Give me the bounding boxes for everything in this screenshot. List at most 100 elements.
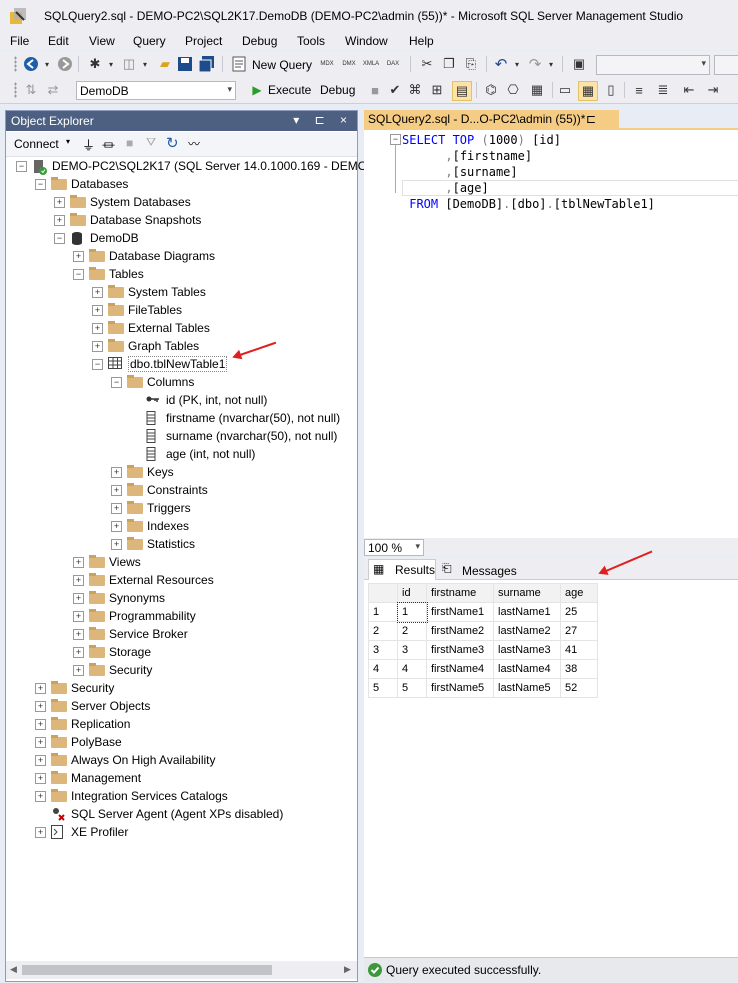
tree-node[interactable]: − DemoDB: [6, 229, 357, 247]
connect-icon[interactable]: ⇅: [22, 81, 40, 99]
tree-node[interactable]: + Triggers: [6, 499, 357, 517]
grid-cell[interactable]: lastName1: [493, 602, 561, 622]
tree-node[interactable]: − dbo.tblNewTable1: [6, 355, 357, 373]
results-to-grid-icon[interactable]: ▤: [452, 81, 472, 101]
paste-icon[interactable]: ⎘: [462, 55, 480, 73]
expand-icon[interactable]: +: [73, 629, 84, 640]
tree-node[interactable]: + Programmability: [6, 607, 357, 625]
expand-icon[interactable]: +: [73, 665, 84, 676]
tree-node[interactable]: id (PK, int, not null): [6, 391, 357, 409]
tree-node[interactable]: + Keys: [6, 463, 357, 481]
tree-node[interactable]: + Integration Services Catalogs: [6, 787, 357, 805]
grid-corner[interactable]: [368, 583, 398, 603]
row-number[interactable]: 2: [368, 621, 398, 641]
expand-icon[interactable]: +: [73, 611, 84, 622]
scroll-right-icon[interactable]: ▶: [344, 964, 351, 975]
object-explorer-window-buttons[interactable]: ▾ ⊏ ×: [293, 113, 353, 127]
collapse-icon[interactable]: −: [92, 359, 103, 370]
grid-cell[interactable]: 3: [397, 640, 427, 660]
new-query-icon[interactable]: [230, 55, 248, 73]
save-icon[interactable]: [176, 55, 194, 73]
zoom-selector[interactable]: 100 % ▾: [364, 539, 424, 556]
results-to-text-icon[interactable]: ▭: [556, 81, 574, 99]
tab-messages[interactable]: ⎗ Messages: [438, 559, 517, 579]
row-number[interactable]: 1: [368, 602, 398, 622]
tree-node[interactable]: + Security: [6, 661, 357, 679]
refresh-icon[interactable]: ↻: [166, 134, 179, 152]
collapse-icon[interactable]: −: [73, 269, 84, 280]
tree-node[interactable]: + Synonyms: [6, 589, 357, 607]
dmx-icon[interactable]: DMX: [340, 55, 358, 73]
expand-icon[interactable]: +: [54, 215, 65, 226]
table-row[interactable]: 4 4 firstName4 lastName4 38: [368, 659, 598, 679]
horizontal-scrollbar[interactable]: ◀ ▶: [6, 961, 357, 979]
tree-node[interactable]: + Storage: [6, 643, 357, 661]
tab-results[interactable]: ▦ Results: [368, 559, 436, 580]
expand-icon[interactable]: +: [73, 557, 84, 568]
table-row[interactable]: 3 3 firstName3 lastName3 41: [368, 640, 598, 660]
comment-icon[interactable]: ≡: [630, 81, 648, 99]
expand-icon[interactable]: +: [111, 485, 122, 496]
tree-node[interactable]: surname (nvarchar(50), not null): [6, 427, 357, 445]
debug-button[interactable]: Debug: [320, 83, 355, 97]
uncomment-icon[interactable]: ≣: [654, 81, 672, 99]
grid-cell[interactable]: firstName5: [426, 678, 494, 698]
table-row[interactable]: 1 1 firstName1 lastName1 25: [368, 601, 598, 623]
menu-project[interactable]: Project: [185, 34, 222, 48]
tree-node[interactable]: + External Resources: [6, 571, 357, 589]
grid-cell[interactable]: firstName1: [426, 602, 494, 622]
tree-node[interactable]: SQL Server Agent (Agent XPs disabled): [6, 805, 357, 823]
expand-icon[interactable]: +: [73, 251, 84, 262]
row-number[interactable]: 4: [368, 659, 398, 679]
grid-cell[interactable]: firstName2: [426, 621, 494, 641]
tree-node[interactable]: − Columns: [6, 373, 357, 391]
grid-cell[interactable]: 1: [396, 601, 428, 623]
live-statistics-icon[interactable]: ⎔: [504, 81, 522, 99]
menu-query[interactable]: Query: [133, 34, 166, 48]
solution-config-combo[interactable]: ▾: [596, 55, 710, 75]
menu-debug[interactable]: Debug: [242, 34, 277, 48]
tree-node[interactable]: firstname (nvarchar(50), not null): [6, 409, 357, 427]
filter-icon[interactable]: ⛛: [146, 135, 156, 150]
expand-icon[interactable]: +: [111, 521, 122, 532]
tree-node[interactable]: + Graph Tables: [6, 337, 357, 355]
tree-node[interactable]: + Replication: [6, 715, 357, 733]
dropdown-arrow-icon[interactable]: ▾: [542, 55, 560, 73]
tree-node[interactable]: − Tables: [6, 265, 357, 283]
display-estimated-plan-icon[interactable]: ⌘: [406, 81, 424, 99]
disconnect-icon[interactable]: ⏛: [102, 135, 115, 154]
activity-monitor-icon[interactable]: ▣: [570, 55, 588, 73]
collapse-icon[interactable]: −: [54, 233, 65, 244]
tree-node[interactable]: + External Tables: [6, 319, 357, 337]
results-grid[interactable]: id firstname surname age 1 1 firstName1 lastNa…: [368, 583, 598, 698]
expand-icon[interactable]: +: [35, 701, 46, 712]
column-header[interactable]: surname: [493, 583, 561, 603]
xmla-icon[interactable]: XMLA: [362, 55, 380, 73]
tree-node[interactable]: + Server Objects: [6, 697, 357, 715]
connect-plug-icon[interactable]: ⏚: [82, 135, 95, 154]
expand-icon[interactable]: +: [111, 503, 122, 514]
database-selector[interactable]: DemoDB ▾: [76, 81, 236, 100]
menu-tools[interactable]: Tools: [297, 34, 325, 48]
execute-button[interactable]: Execute: [268, 83, 311, 97]
scroll-left-icon[interactable]: ◀: [10, 964, 17, 975]
cut-icon[interactable]: ✂: [418, 55, 436, 73]
platform-combo[interactable]: [714, 55, 738, 75]
expand-icon[interactable]: +: [92, 341, 103, 352]
expand-icon[interactable]: +: [73, 647, 84, 658]
execute-icon[interactable]: ▶: [248, 81, 266, 99]
column-header[interactable]: firstname: [426, 583, 494, 603]
results-grid-icon[interactable]: ▦: [578, 81, 598, 101]
grid-cell[interactable]: lastName4: [493, 659, 561, 679]
expand-icon[interactable]: +: [92, 323, 103, 334]
grid-cell[interactable]: lastName3: [493, 640, 561, 660]
expand-icon[interactable]: +: [73, 575, 84, 586]
grid-cell[interactable]: 27: [560, 621, 598, 641]
column-header[interactable]: id: [397, 583, 427, 603]
tree-node[interactable]: + Indexes: [6, 517, 357, 535]
collapse-icon[interactable]: −: [35, 179, 46, 190]
tree-node[interactable]: + Statistics: [6, 535, 357, 553]
connect-button[interactable]: Connect: [14, 137, 59, 151]
grid-cell[interactable]: firstName4: [426, 659, 494, 679]
grid-cell[interactable]: firstName3: [426, 640, 494, 660]
